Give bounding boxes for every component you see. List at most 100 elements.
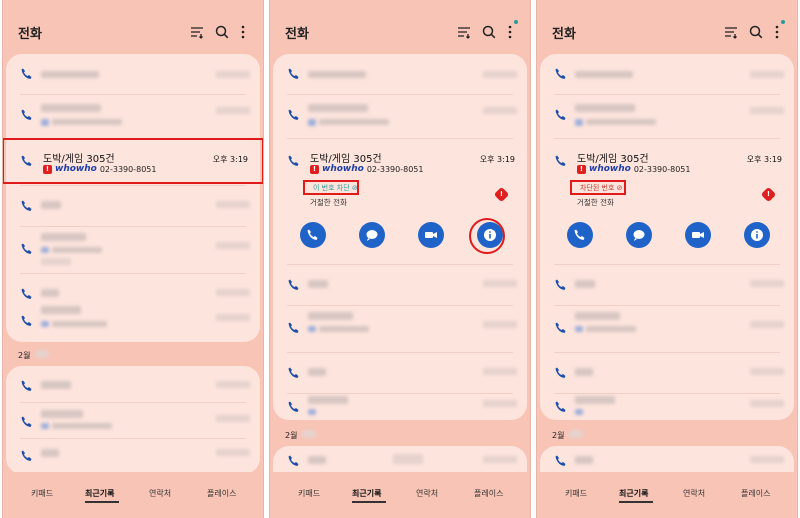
call-time: 오후 3:19 (746, 155, 782, 164)
bottom-navigation: 키패드 최근기록 연락처 플레이스 (270, 472, 530, 518)
phone-screen-2: 전화 도박/게임 305건 ! whowho 02-3390-8051 오후 3… (269, 0, 531, 518)
call-log-row[interactable] (6, 54, 260, 94)
outgoing-call-icon (288, 367, 299, 378)
caller-subline: ! whowho 02-3390-8051 (577, 164, 690, 174)
outgoing-call-icon (21, 200, 32, 211)
highlight-circle (469, 218, 505, 254)
filter-icon[interactable] (189, 24, 205, 40)
nav-places[interactable]: 플레이스 (741, 488, 770, 499)
call-log-row[interactable] (540, 446, 794, 474)
call-log-row[interactable] (273, 54, 527, 94)
bottom-navigation: 키패드 최근기록 연락처 플레이스 (537, 472, 797, 518)
call-log-row[interactable] (540, 265, 794, 305)
filter-icon[interactable] (456, 24, 472, 40)
call-log-row[interactable] (273, 265, 527, 305)
call-log-row[interactable] (6, 227, 260, 273)
app-title: 전화 (552, 27, 576, 42)
outgoing-call-icon (555, 367, 566, 378)
warning-icon: ! (577, 164, 586, 174)
nav-contacts[interactable]: 연락처 (149, 488, 171, 499)
phone-screen-1: 전화 도박/게임 305건 ! whowho 02-3390-8051 오후 3… (2, 0, 264, 518)
nav-recents[interactable]: 최근기록 (85, 488, 114, 499)
outgoing-call-icon (21, 450, 32, 461)
call-log-row[interactable] (6, 186, 260, 226)
phone-screen-3: 전화 도박/게임 305건 ! whowho 02-3390-8051 오후 3… (536, 0, 798, 518)
call-icon (574, 229, 585, 240)
call-log-row[interactable] (6, 300, 260, 340)
call-button[interactable] (300, 222, 326, 248)
message-icon (633, 230, 645, 241)
incoming-call-icon (555, 155, 566, 166)
whowho-brand: whowho (589, 164, 631, 174)
month-header: 2월 (18, 351, 31, 360)
highlight-box (3, 138, 263, 184)
spam-warning-icon: ! (493, 186, 510, 203)
call-log-row[interactable] (6, 95, 260, 138)
call-log-row[interactable] (6, 439, 260, 474)
call-log-row[interactable] (540, 380, 794, 420)
incoming-call-icon (288, 155, 299, 166)
nav-active-indicator (352, 501, 386, 503)
top-app-bar: 전화 (537, 0, 797, 58)
outgoing-call-icon (21, 288, 32, 299)
more-icon[interactable] (502, 24, 518, 40)
top-app-bar: 전화 (270, 0, 530, 58)
info-button[interactable] (744, 222, 770, 248)
more-icon[interactable] (235, 24, 251, 40)
call-log-row[interactable] (540, 306, 794, 352)
month-header: 2월 (552, 431, 565, 440)
call-log-row[interactable] (273, 306, 527, 352)
nav-places[interactable]: 플레이스 (474, 488, 503, 499)
call-log-row[interactable] (540, 54, 794, 94)
caller-number: 02-3390-8051 (633, 164, 691, 174)
call-log-row[interactable] (273, 380, 527, 420)
caller-name: 도박/게임 305건 (310, 154, 382, 165)
feb-calls-card (540, 446, 794, 474)
incoming-call-icon (555, 401, 566, 412)
video-call-button[interactable] (685, 222, 711, 248)
feb-calls-card (273, 446, 527, 474)
nav-recents[interactable]: 최근기록 (619, 488, 648, 499)
incoming-call-icon (21, 68, 32, 79)
video-call-icon (425, 232, 437, 238)
video-call-button[interactable] (418, 222, 444, 248)
incoming-call-icon (555, 322, 566, 333)
outgoing-call-icon (288, 279, 299, 290)
month-header: 2월 (285, 431, 298, 440)
call-button[interactable] (567, 222, 593, 248)
nav-keypad[interactable]: 키패드 (565, 488, 587, 499)
nav-places[interactable]: 플레이스 (207, 488, 236, 499)
nav-keypad[interactable]: 키패드 (298, 488, 320, 499)
outgoing-call-icon (555, 455, 566, 466)
nav-contacts[interactable]: 연락처 (416, 488, 438, 499)
call-log-row[interactable] (540, 95, 794, 138)
warning-icon: ! (310, 164, 319, 174)
caller-subline: ! whowho 02-3390-8051 (310, 164, 423, 174)
nav-keypad[interactable]: 키패드 (31, 488, 53, 499)
search-icon[interactable] (214, 24, 230, 40)
whowho-brand: whowho (322, 164, 364, 174)
recent-calls-card-tail (6, 300, 260, 342)
incoming-call-icon (21, 416, 32, 427)
top-app-bar: 전화 (3, 0, 263, 58)
call-log-row[interactable] (6, 403, 260, 443)
nav-contacts[interactable]: 연락처 (683, 488, 705, 499)
call-icon (307, 229, 318, 240)
call-log-row[interactable] (273, 95, 527, 138)
incoming-call-icon (288, 68, 299, 79)
highlight-box (570, 180, 626, 195)
more-icon[interactable] (769, 24, 785, 40)
call-log-row[interactable] (6, 366, 260, 406)
nav-recents[interactable]: 최근기록 (352, 488, 381, 499)
call-log-row[interactable] (273, 446, 527, 474)
search-icon[interactable] (481, 24, 497, 40)
recent-calls-card: 도박/게임 305건 ! whowho 02-3390-8051 오후 3:19 (6, 54, 260, 341)
filter-icon[interactable] (723, 24, 739, 40)
incoming-call-icon (288, 401, 299, 412)
info-icon (751, 229, 763, 241)
message-button[interactable] (359, 222, 385, 248)
incoming-call-icon (21, 109, 32, 120)
search-icon[interactable] (748, 24, 764, 40)
app-title: 전화 (285, 27, 309, 42)
message-button[interactable] (626, 222, 652, 248)
